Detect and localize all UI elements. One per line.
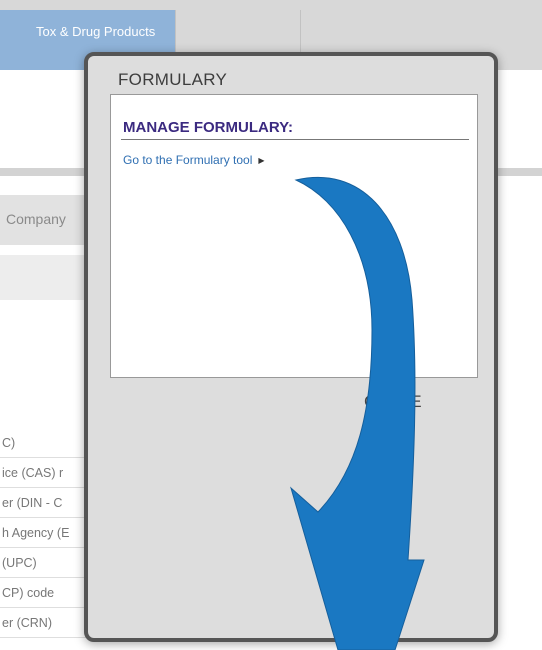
chevron-right-icon: ▶ [258, 156, 265, 166]
link-label: Go to the Formulary tool [123, 153, 253, 167]
section-heading: MANAGE FORMULARY: [123, 119, 293, 136]
section-divider [121, 139, 469, 140]
tab-label: Tox & Drug Products [36, 24, 156, 39]
close-button[interactable]: CLOSE [364, 392, 422, 412]
modal-title: FORMULARY [118, 70, 228, 89]
formulary-modal: FORMULARY MANAGE FORMULARY: Go to the Fo… [84, 52, 498, 642]
formulary-tool-link[interactable]: Go to the Formulary tool ▶ [123, 153, 265, 167]
company-label: Company [6, 211, 66, 227]
modal-body: MANAGE FORMULARY: Go to the Formulary to… [110, 94, 478, 378]
